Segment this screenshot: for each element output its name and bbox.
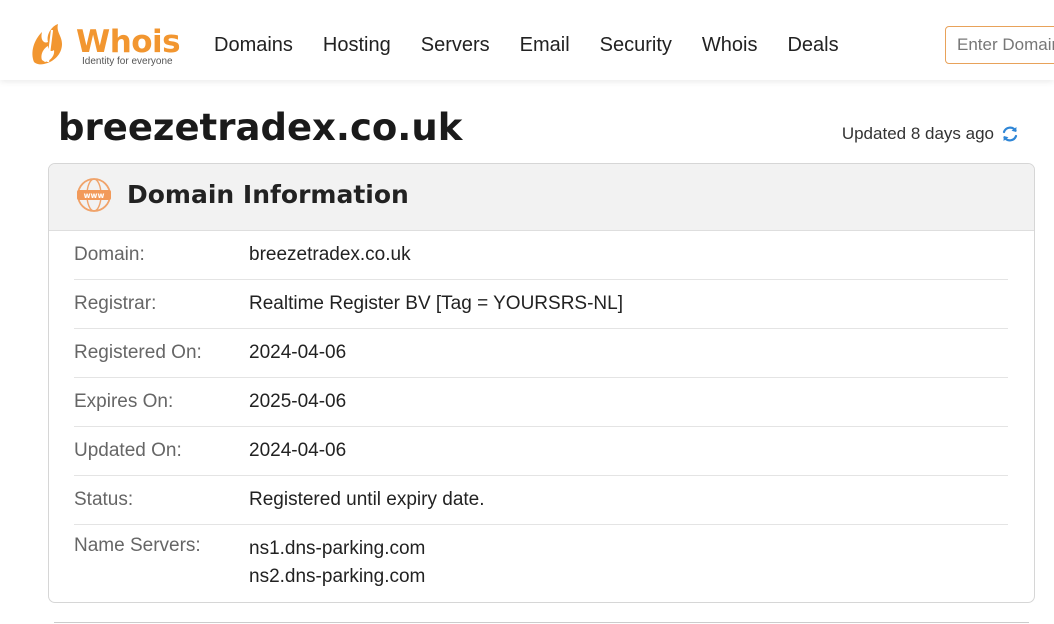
row-label: Name Servers: <box>74 535 201 556</box>
site-header: Whois Identity for everyone Domains Host… <box>0 0 1054 80</box>
domain-info-table: Domain: breezetradex.co.uk Registrar: Re… <box>74 231 1008 591</box>
nav-email[interactable]: Email <box>520 33 570 57</box>
info-row-updated-on: Updated On: 2024-04-06 <box>74 427 1008 476</box>
whois-logo[interactable]: Whois Identity for everyone <box>28 22 188 68</box>
info-row-status: Status: Registered until expiry date. <box>74 476 1008 525</box>
info-row-name-servers: Name Servers: ns1.dns-parking.com ns2.dn… <box>74 525 1008 591</box>
row-label: Updated On: <box>74 440 182 461</box>
row-label: Domain: <box>74 244 145 265</box>
nav-security[interactable]: Security <box>600 33 672 57</box>
refresh-icon[interactable] <box>1000 124 1020 144</box>
info-row-expires-on: Expires On: 2025-04-06 <box>74 378 1008 427</box>
svg-text:www: www <box>84 191 105 200</box>
nav-domains[interactable]: Domains <box>214 33 293 57</box>
nav-hosting[interactable]: Hosting <box>323 33 391 57</box>
card-title: Domain Information <box>127 180 409 209</box>
flame-logo-icon <box>32 24 62 65</box>
name-server: ns1.dns-parking.com <box>249 538 426 559</box>
section-divider <box>54 622 1029 623</box>
row-label: Status: <box>74 489 134 510</box>
info-row-domain: Domain: breezetradex.co.uk <box>74 231 1008 280</box>
row-label: Registrar: <box>74 293 157 314</box>
domain-search-input[interactable] <box>945 26 1054 64</box>
info-row-registered-on: Registered On: 2024-04-06 <box>74 329 1008 378</box>
card-header: www Domain Information <box>49 164 1034 231</box>
nav-whois[interactable]: Whois <box>702 33 758 57</box>
row-value: Realtime Register BV [Tag = YOURSRS-NL] <box>249 293 623 314</box>
row-label: Expires On: <box>74 391 174 412</box>
nav-servers[interactable]: Servers <box>421 33 490 57</box>
www-globe-icon: www <box>77 178 111 212</box>
logo-tagline: Identity for everyone <box>82 56 173 67</box>
nav-deals[interactable]: Deals <box>787 33 838 57</box>
row-value: Registered until expiry date. <box>249 489 485 510</box>
page-title: breezetradex.co.uk <box>58 106 463 149</box>
row-value: 2025-04-06 <box>249 391 347 412</box>
info-row-registrar: Registrar: Realtime Register BV [Tag = Y… <box>74 280 1008 329</box>
domain-information-card: www Domain Information Domain: breezetra… <box>48 163 1035 603</box>
updated-text: Updated 8 days ago <box>841 124 994 143</box>
row-value: 2024-04-06 <box>249 342 347 363</box>
row-label: Registered On: <box>74 342 202 363</box>
main-nav: Domains Hosting Servers Email Security W… <box>214 33 869 57</box>
row-value: breezetradex.co.uk <box>249 244 411 265</box>
row-value: 2024-04-06 <box>249 440 347 461</box>
name-server: ns2.dns-parking.com <box>249 566 426 587</box>
logo-wordmark: Whois <box>76 24 181 60</box>
name-server-list: ns1.dns-parking.com ns2.dns-parking.com <box>249 535 425 591</box>
updated-status: Updated 8 days ago <box>842 124 1020 144</box>
